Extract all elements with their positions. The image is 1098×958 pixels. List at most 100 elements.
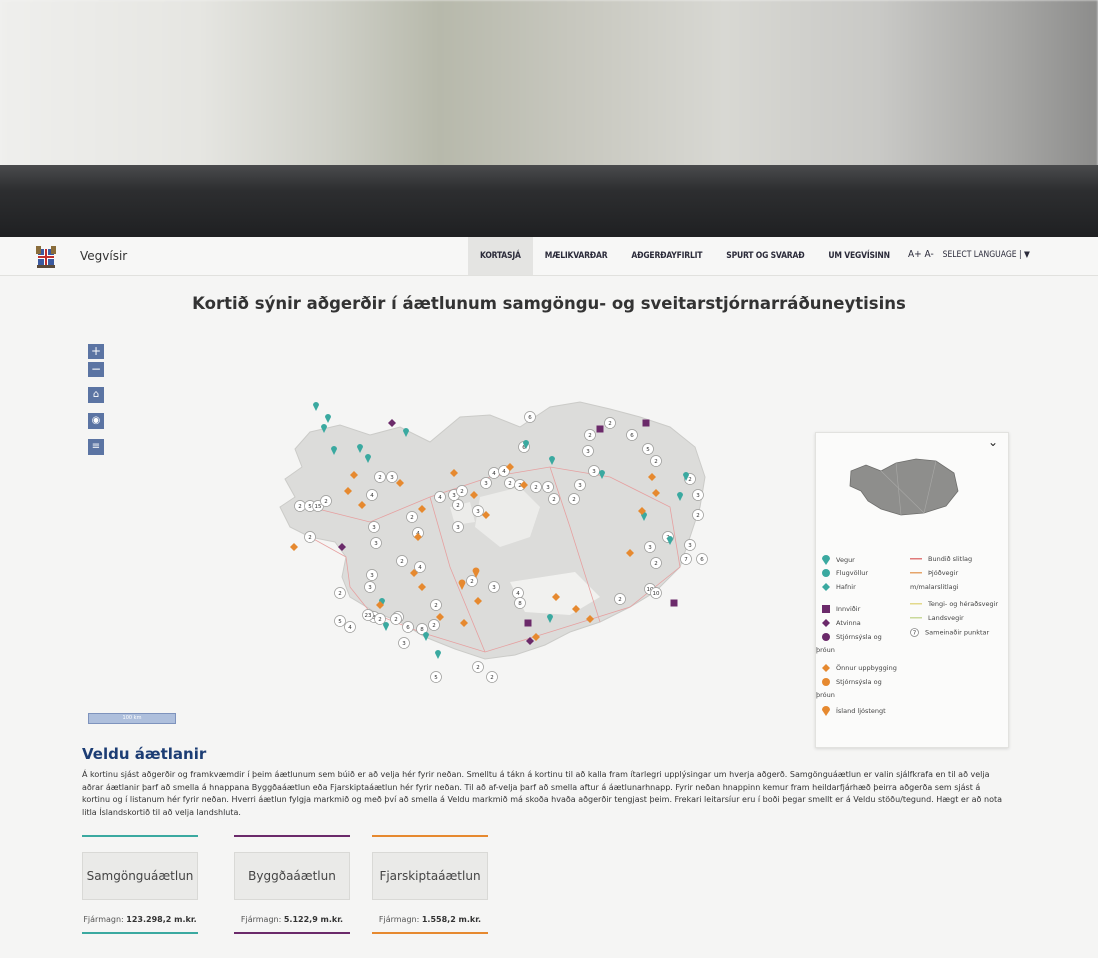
cluster-count: 3 (586, 449, 590, 455)
cluster-icon: 7 (910, 628, 919, 637)
legend-vegur[interactable]: Vegur (822, 555, 855, 565)
cluster-count: 2 (508, 481, 512, 487)
employment-diamond-icon (822, 619, 830, 627)
other-diamond-icon (822, 664, 830, 672)
legend-flugvollur[interactable]: Flugvöllur (822, 569, 868, 577)
innvidir-marker[interactable] (596, 425, 604, 433)
cluster-count: 3 (578, 483, 582, 489)
cluster-count: 2 (324, 499, 328, 505)
page-title: Kortið sýnir aðgerðir í áætlunum samgöng… (192, 294, 906, 313)
legend-bundid-slitlag: Bundið slitlag (910, 555, 972, 563)
cluster-count: 8 (518, 601, 522, 607)
coat-of-arms-logo[interactable] (34, 243, 58, 269)
legend-landsvegir: Landsvegir (910, 614, 964, 622)
cluster-count: 4 (516, 591, 520, 597)
zoom-out-button[interactable]: − (88, 362, 104, 377)
brand-name[interactable]: Vegvísir (80, 249, 127, 263)
cluster-count: 15 (315, 504, 322, 510)
map-controls: + − ⌂ ◉ ≡ (88, 344, 104, 455)
cluster-count: 2 (608, 421, 612, 427)
legend-stjornsysla-purple[interactable]: Stjórnsýsla og (822, 633, 882, 641)
plan-byggdaaaetlun: Byggðaáætlun Fjármagn: 5.122,9 m.kr. (234, 835, 350, 934)
samgonguaaetlun-button[interactable]: Samgönguáætlun (82, 852, 198, 900)
cluster-count: 2 (378, 475, 382, 481)
cluster-count: 4 (492, 471, 496, 477)
cluster-count: 2 (470, 579, 474, 585)
atvinna-marker[interactable] (388, 419, 396, 427)
plan-color-bar-bottom (234, 932, 350, 934)
cluster-count: 2 (308, 535, 312, 541)
layers-icon[interactable]: ≡ (88, 439, 104, 455)
toolbar-right: A+ A- SELECT LANGUAGE | ▼ (908, 249, 1030, 260)
mini-iceland-map[interactable] (846, 451, 961, 521)
nav-spurt-og-svarad[interactable]: SPURT OG SVARAÐ (714, 237, 816, 275)
iceland-map[interactable]: 6226352331022323762322515242333323334242… (250, 387, 720, 707)
cluster-count: 6 (406, 625, 410, 631)
cluster-count: 7 (684, 557, 688, 563)
vegur-pin-marker[interactable] (325, 414, 331, 423)
cluster-count: 2 (378, 617, 382, 623)
legend-thjodvegir: Þjóðvegir (910, 569, 958, 577)
cluster-count: 4 (348, 625, 352, 631)
cluster-count: 2 (618, 597, 622, 603)
fjarskiptaaaetlun-button[interactable]: Fjarskiptaáætlun (372, 852, 488, 900)
cluster-count: 5 (338, 619, 342, 625)
legend-innvidir[interactable]: Innviðir (822, 605, 860, 613)
cluster-count: 2 (410, 515, 414, 521)
cluster-count: 2 (338, 591, 342, 597)
cluster-count: 3 (390, 475, 394, 481)
cluster-count: 2 (298, 504, 302, 510)
cluster-count: 4 (418, 565, 422, 571)
cluster-count: 2 (696, 513, 700, 519)
map-scale-bar: 100 km (88, 713, 176, 724)
home-icon[interactable]: ⌂ (88, 387, 104, 403)
cluster-count: 6 (528, 415, 532, 421)
airport-dot-icon (822, 569, 830, 577)
vegur-pin-marker[interactable] (435, 650, 441, 659)
cluster-count: 3 (492, 585, 496, 591)
cluster-count: 3 (402, 641, 406, 647)
byggdaaaetlun-button[interactable]: Byggðaáætlun (234, 852, 350, 900)
cluster-count: 3 (648, 545, 652, 551)
cluster-count: 2 (432, 623, 436, 629)
innvidir-marker[interactable] (524, 619, 532, 627)
legend-island-ljostengt[interactable]: Ísland ljóstengt (822, 706, 886, 716)
cluster-count: 23 (365, 613, 372, 619)
cluster-count: 5 (646, 447, 650, 453)
legend-hafnir[interactable]: Hafnir (822, 583, 856, 591)
cluster-count: 8 (420, 627, 424, 633)
nav-maelikvardar[interactable]: MÆLIKVARÐAR (533, 237, 620, 275)
nav-kortasja[interactable]: KORTASJÁ (468, 237, 533, 275)
chevron-down-icon[interactable]: ⌄ (988, 435, 998, 449)
cluster-count: 6 (630, 433, 634, 439)
nav-um-vegvisinn[interactable]: UM VEGVÍSINN (816, 237, 901, 275)
zoom-in-button[interactable]: + (88, 344, 104, 359)
top-navigation-bar: Vegvísir KORTASJÁ MÆLIKVARÐAR AÐGERÐAYFI… (0, 237, 1098, 276)
onnur-uppbygging-marker[interactable] (290, 543, 298, 551)
vegur-pin-marker[interactable] (423, 632, 429, 641)
cluster-count: 3 (688, 543, 692, 549)
intro-paragraph: Á kortinu sjást aðgerðir og framkvæmdir … (82, 770, 1002, 817)
cluster-count: 2 (552, 497, 556, 503)
cluster-count: 10 (653, 591, 660, 597)
innvidir-marker[interactable] (642, 419, 650, 427)
nav-adgerdayfirlit[interactable]: AÐGERÐAYFIRLIT (619, 237, 714, 275)
globe-icon[interactable]: ◉ (88, 413, 104, 429)
line-green-icon (910, 617, 922, 619)
innvidir-marker[interactable] (670, 599, 678, 607)
language-select[interactable]: SELECT LANGUAGE | ▼ (943, 250, 1030, 260)
legend-atvinna[interactable]: Atvinna (822, 619, 861, 627)
line-red-icon (910, 558, 922, 560)
cluster-count: 2 (654, 459, 658, 465)
cluster-count: 4 (502, 469, 506, 475)
font-size-buttons[interactable]: A+ A- (908, 249, 934, 260)
vegur-pin-marker[interactable] (383, 622, 389, 631)
cluster-count: 2 (476, 665, 480, 671)
legend-stjornsysla-orange[interactable]: Stjórnsýsla og (822, 678, 882, 686)
cluster-count: 5 (308, 504, 312, 510)
cluster-count: 2 (460, 489, 464, 495)
plan-fund: Fjármagn: 5.122,9 m.kr. (240, 915, 344, 924)
cluster-count: 3 (484, 481, 488, 487)
legend-onnur-uppbygging[interactable]: Önnur uppbygging (822, 664, 897, 672)
vegur-pin-marker[interactable] (313, 402, 319, 411)
